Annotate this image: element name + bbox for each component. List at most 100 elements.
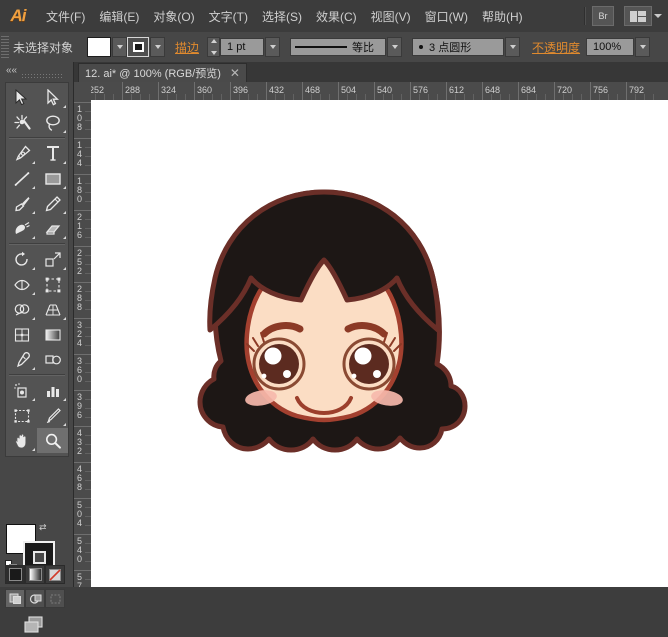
tool-flyout-indicator[interactable] — [32, 267, 35, 270]
menu-file[interactable]: 文件(F) — [39, 4, 92, 29]
stroke-label[interactable]: 描边 — [175, 39, 199, 56]
tool-flyout-indicator[interactable] — [63, 317, 66, 320]
swap-fill-stroke-icon[interactable]: ⇄ — [39, 522, 50, 533]
cartoon-girl-artwork[interactable] — [169, 186, 479, 486]
shape-builder-tool[interactable] — [6, 297, 37, 322]
stepper-up-icon[interactable] — [211, 39, 217, 43]
stroke-weight-input[interactable]: 1 pt — [220, 38, 264, 56]
symbol-sprayer-tool[interactable] — [6, 378, 37, 403]
menu-help[interactable]: 帮助(H) — [475, 4, 530, 29]
tool-flyout-indicator[interactable] — [63, 130, 66, 133]
pencil-tool[interactable] — [37, 191, 68, 216]
artboard-tool[interactable] — [6, 403, 37, 428]
gradient-mode-button[interactable] — [25, 565, 45, 584]
paintbrush-tool[interactable] — [6, 191, 37, 216]
toolbox-drag-handle[interactable] — [22, 74, 62, 79]
type-tool[interactable] — [37, 141, 68, 166]
none-mode-button[interactable] — [45, 565, 65, 584]
stroke-weight-stepper[interactable] — [207, 37, 220, 57]
document-tab[interactable]: 12. ai* @ 100% (RGB/预览) ✕ — [78, 63, 247, 82]
bridge-button[interactable]: Br — [592, 6, 614, 26]
tool-flyout-indicator[interactable] — [32, 367, 35, 370]
workspace-switcher-icon[interactable] — [624, 6, 652, 26]
stroke-swatch-dropdown[interactable] — [150, 37, 165, 57]
tool-flyout-indicator[interactable] — [32, 317, 35, 320]
draw-behind-button[interactable] — [25, 589, 45, 608]
menu-window[interactable]: 窗口(W) — [418, 4, 475, 29]
menu-type[interactable]: 文字(T) — [202, 4, 255, 29]
tool-flyout-indicator[interactable] — [63, 423, 66, 426]
rectangle-tool[interactable] — [37, 166, 68, 191]
tool-flyout-indicator[interactable] — [32, 211, 35, 214]
canvas-area[interactable] — [91, 100, 668, 587]
opacity-label[interactable]: 不透明度 — [532, 39, 580, 56]
tool-flyout-indicator[interactable] — [32, 448, 35, 451]
tool-flyout-indicator[interactable] — [32, 161, 35, 164]
opacity-input[interactable]: 100% — [586, 38, 634, 56]
blend-tool[interactable] — [37, 347, 68, 372]
menu-object[interactable]: 对象(O) — [146, 4, 201, 29]
control-bar-grip[interactable] — [1, 36, 9, 58]
menu-effect[interactable]: 效果(C) — [309, 4, 364, 29]
tool-row — [6, 216, 68, 241]
menu-edit[interactable]: 编辑(E) — [92, 4, 146, 29]
slice-tool[interactable] — [37, 403, 68, 428]
stroke-weight-dropdown[interactable] — [265, 37, 280, 57]
mesh-tool[interactable] — [6, 322, 37, 347]
stroke-profile-dropdown[interactable] — [387, 37, 402, 57]
free-transform-tool[interactable] — [37, 272, 68, 297]
ruler-tick-label: 360 — [197, 86, 212, 95]
tool-flyout-indicator[interactable] — [32, 398, 35, 401]
brush-definition-select[interactable]: 3 点圆形 — [412, 38, 504, 56]
menu-view[interactable]: 视图(V) — [364, 4, 418, 29]
menu-select[interactable]: 选择(S) — [255, 4, 309, 29]
tool-flyout-indicator[interactable] — [63, 398, 66, 401]
column-graph-tool[interactable] — [37, 378, 68, 403]
zoom-tool[interactable] — [37, 428, 68, 453]
hand-tool[interactable] — [6, 428, 37, 453]
stepper-down-icon[interactable] — [211, 51, 217, 55]
scale-tool[interactable] — [37, 247, 68, 272]
artboard[interactable] — [91, 100, 668, 587]
vertical-ruler[interactable]: 1081441802162522883243603964324685045405… — [73, 100, 92, 587]
rotate-tool[interactable] — [6, 247, 37, 272]
close-icon[interactable]: ✕ — [230, 67, 240, 79]
tool-flyout-indicator[interactable] — [63, 161, 66, 164]
fill-color-swatch[interactable] — [87, 37, 111, 57]
selection-tool[interactable] — [6, 85, 37, 110]
change-screen-mode-button[interactable] — [20, 613, 50, 637]
pen-tool[interactable] — [6, 141, 37, 166]
tool-flyout-indicator[interactable] — [63, 267, 66, 270]
magic-wand-tool[interactable] — [6, 110, 37, 135]
width-tool[interactable] — [6, 272, 37, 297]
stroke-profile-select[interactable]: 等比 — [290, 38, 386, 56]
opacity-dropdown[interactable] — [635, 37, 650, 57]
fill-swatch-dropdown[interactable] — [112, 37, 127, 57]
line-segment-tool[interactable] — [6, 166, 37, 191]
eyedropper-tool[interactable] — [6, 347, 37, 372]
tool-flyout-indicator[interactable] — [32, 186, 35, 189]
ruler-tick-label: 144 — [77, 141, 86, 168]
tool-flyout-indicator[interactable] — [63, 186, 66, 189]
tool-flyout-indicator[interactable] — [32, 292, 35, 295]
draw-normal-button[interactable] — [5, 589, 25, 608]
tool-flyout-indicator[interactable] — [32, 236, 35, 239]
gradient-tool[interactable] — [37, 322, 68, 347]
ruler-corner[interactable] — [73, 82, 92, 101]
hand-icon — [13, 432, 31, 450]
lasso-tool[interactable] — [37, 110, 68, 135]
color-mode-button[interactable] — [5, 565, 25, 584]
draw-inside-button[interactable] — [45, 589, 65, 608]
tool-flyout-indicator[interactable] — [63, 236, 66, 239]
horizontal-ruler[interactable]: 2522883243603964324685045405766126486847… — [91, 82, 668, 101]
tool-flyout-indicator[interactable] — [63, 105, 66, 108]
tool-flyout-indicator[interactable] — [63, 211, 66, 214]
brush-dropdown[interactable] — [505, 37, 520, 57]
collapse-panel-icon[interactable]: «« — [6, 66, 17, 76]
blob-brush-tool[interactable] — [6, 216, 37, 241]
direct-selection-tool[interactable] — [37, 85, 68, 110]
eraser-tool[interactable] — [37, 216, 68, 241]
chevron-down-icon[interactable] — [654, 14, 662, 18]
perspective-grid-tool[interactable] — [37, 297, 68, 322]
stroke-color-swatch[interactable] — [127, 37, 149, 57]
